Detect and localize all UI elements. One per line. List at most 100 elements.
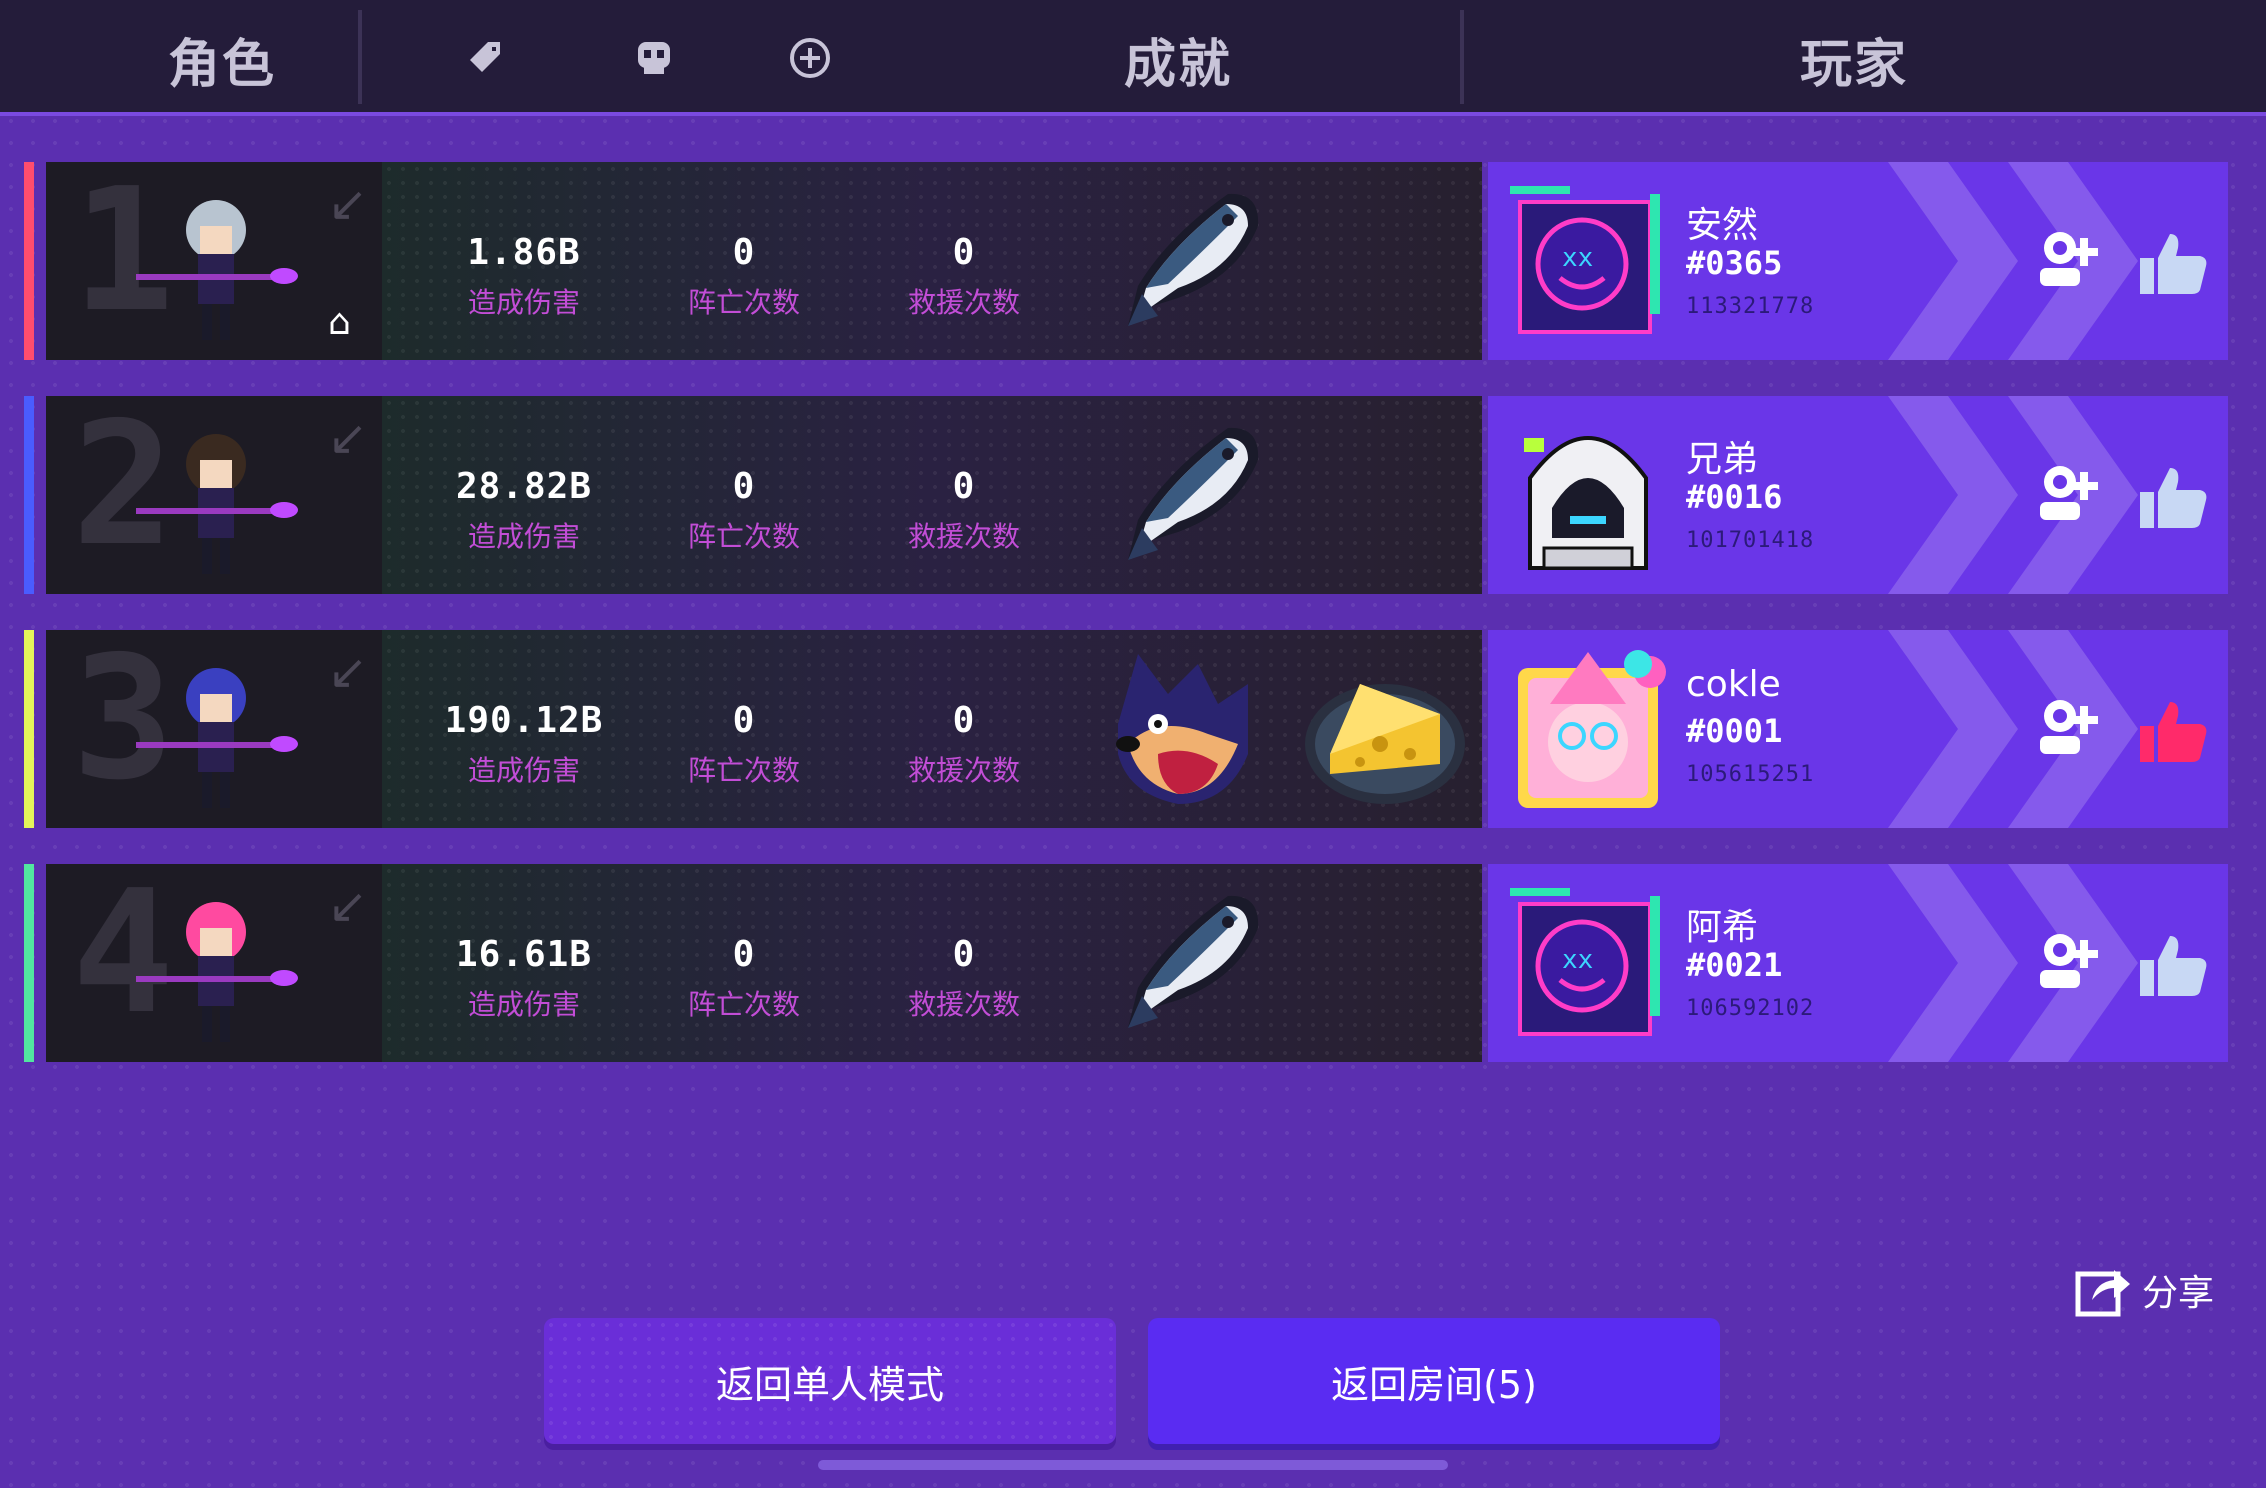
character-portrait[interactable]: 4 ↙ bbox=[46, 864, 382, 1062]
add-friend-icon[interactable] bbox=[2032, 692, 2102, 762]
character-portrait[interactable]: 2 ↙ bbox=[46, 396, 382, 594]
stats-panel: 190.12B 造成伤害 0 阵亡次数 0 救援次数 bbox=[382, 630, 1482, 828]
rescues-value: 0 bbox=[952, 934, 976, 975]
damage-label: 造成伤害 bbox=[467, 754, 580, 787]
damage-value: 1.86B bbox=[467, 232, 581, 273]
tab-character[interactable]: 角色 bbox=[168, 22, 276, 97]
rescues-label: 救援次数 bbox=[907, 754, 1020, 787]
player-result-row: 3 ↙ 190.12B 造成伤害 0 阵亡次数 0 救援次数 cokle #00… bbox=[24, 630, 2242, 830]
rescues-label: 救援次数 bbox=[907, 520, 1020, 553]
player-name: cokle bbox=[1686, 664, 1781, 705]
player-card[interactable]: cokle #0001 105615251 bbox=[1488, 630, 2228, 828]
deaths-value: 0 bbox=[732, 232, 756, 273]
character-sprite bbox=[136, 200, 298, 340]
add-friend-icon[interactable] bbox=[2032, 458, 2102, 528]
like-thumb-icon[interactable] bbox=[2138, 230, 2208, 296]
expand-arrow-icon[interactable]: ↙ bbox=[328, 176, 368, 232]
chevron-decoration bbox=[1888, 396, 2018, 594]
share-label: 分享 bbox=[2142, 1273, 2215, 1314]
damage-stat: 28.82B 造成伤害 bbox=[424, 466, 624, 555]
rank-color-bar bbox=[24, 864, 34, 1062]
damage-stat: 16.61B 造成伤害 bbox=[424, 934, 624, 1023]
damage-label: 造成伤害 bbox=[467, 988, 580, 1021]
home-indicator[interactable] bbox=[818, 1460, 1448, 1470]
expand-arrow-icon[interactable]: ↙ bbox=[328, 878, 368, 934]
character-portrait[interactable]: 3 ↙ bbox=[46, 630, 382, 828]
player-tag: #0001 bbox=[1686, 712, 1783, 750]
rescues-label: 救援次数 bbox=[907, 286, 1020, 319]
expand-arrow-icon[interactable]: ↙ bbox=[328, 410, 368, 466]
neon-abyss-avatar[interactable]: xx bbox=[1500, 174, 1676, 350]
player-card[interactable]: 兄弟 #0016 101701418 bbox=[1488, 396, 2228, 594]
damage-value: 16.61B bbox=[455, 934, 593, 975]
deaths-value: 0 bbox=[732, 466, 756, 507]
add-friend-icon[interactable] bbox=[2032, 224, 2102, 294]
fish-achievement-icon[interactable] bbox=[1098, 176, 1268, 346]
cheese-achievement-icon[interactable] bbox=[1300, 644, 1470, 814]
player-name: 阿希 bbox=[1686, 907, 1759, 948]
plus-circle-icon[interactable] bbox=[782, 30, 838, 86]
tab-player[interactable]: 玩家 bbox=[1800, 22, 1908, 97]
add-friend-icon[interactable] bbox=[2032, 926, 2102, 996]
tab-achievement[interactable]: 成就 bbox=[1124, 22, 1232, 97]
player-result-row: 2 ↙ 28.82B 造成伤害 0 阵亡次数 0 救援次数 兄弟 #0016 1… bbox=[24, 396, 2242, 596]
stats-panel: 1.86B 造成伤害 0 阵亡次数 0 救援次数 bbox=[382, 162, 1482, 360]
like-thumb-icon[interactable] bbox=[2138, 698, 2208, 764]
chevron-decoration bbox=[1888, 630, 2018, 828]
player-card[interactable]: xx 安然 #0365 113321778 bbox=[1488, 162, 2228, 360]
damage-stat: 190.12B 造成伤害 bbox=[424, 700, 624, 789]
stats-panel: 28.82B 造成伤害 0 阵亡次数 0 救援次数 bbox=[382, 396, 1482, 594]
character-sprite bbox=[136, 434, 298, 574]
player-id: 101701418 bbox=[1686, 528, 1815, 553]
deaths-stat: 0 阵亡次数 bbox=[644, 700, 844, 789]
character-portrait[interactable]: 1 ↙ ⌂ bbox=[46, 162, 382, 360]
player-name: 兄弟 bbox=[1686, 439, 1759, 480]
rescues-value: 0 bbox=[952, 466, 976, 507]
player-result-row: 4 ↙ 16.61B 造成伤害 0 阵亡次数 0 救援次数 xx 阿希 #002… bbox=[24, 864, 2242, 1064]
fish-achievement-icon[interactable] bbox=[1098, 410, 1268, 580]
player-id: 106592102 bbox=[1686, 996, 1815, 1021]
neon-abyss-avatar[interactable]: xx bbox=[1500, 876, 1676, 1052]
player-name: 安然 bbox=[1686, 205, 1759, 246]
hooded-avatar[interactable] bbox=[1500, 408, 1676, 584]
deaths-label: 阵亡次数 bbox=[687, 520, 800, 553]
player-id: 105615251 bbox=[1686, 762, 1815, 787]
stats-panel: 16.61B 造成伤害 0 阵亡次数 0 救援次数 bbox=[382, 864, 1482, 1062]
rank-color-bar bbox=[24, 630, 34, 828]
return-single-mode-button[interactable]: 返回单人模式 bbox=[544, 1318, 1116, 1444]
like-thumb-icon[interactable] bbox=[2138, 464, 2208, 530]
top-header: 角色 成就 玩家 bbox=[0, 0, 2266, 116]
rank-color-bar bbox=[24, 396, 34, 594]
svg-text:xx: xx bbox=[1562, 945, 1593, 975]
share-button[interactable]: 分享 bbox=[2074, 1258, 2214, 1322]
party-avatar[interactable] bbox=[1500, 642, 1676, 818]
character-sprite bbox=[136, 668, 298, 808]
like-thumb-icon[interactable] bbox=[2138, 932, 2208, 998]
character-sprite bbox=[136, 902, 298, 1042]
fish-achievement-icon[interactable] bbox=[1098, 878, 1268, 1048]
deaths-label: 阵亡次数 bbox=[687, 754, 800, 787]
tag-icon[interactable] bbox=[456, 30, 512, 86]
damage-stat: 1.86B 造成伤害 bbox=[424, 232, 624, 321]
rescues-label: 救援次数 bbox=[907, 988, 1020, 1021]
damage-label: 造成伤害 bbox=[467, 286, 580, 319]
player-card[interactable]: xx 阿希 #0021 106592102 bbox=[1488, 864, 2228, 1062]
rescues-stat: 0 救援次数 bbox=[864, 466, 1064, 555]
share-icon bbox=[2075, 1270, 2130, 1317]
chevron-decoration bbox=[1888, 864, 2018, 1062]
chevron-decoration bbox=[1888, 162, 2018, 360]
deaths-stat: 0 阵亡次数 bbox=[644, 934, 844, 1023]
rescues-stat: 0 救援次数 bbox=[864, 700, 1064, 789]
deaths-stat: 0 阵亡次数 bbox=[644, 232, 844, 321]
damage-label: 造成伤害 bbox=[467, 520, 580, 553]
expand-arrow-icon[interactable]: ↙ bbox=[328, 644, 368, 700]
deaths-stat: 0 阵亡次数 bbox=[644, 466, 844, 555]
damage-value: 190.12B bbox=[444, 700, 604, 741]
return-room-button[interactable]: 返回房间(5) bbox=[1148, 1318, 1720, 1444]
wolf-achievement-icon[interactable] bbox=[1098, 644, 1268, 814]
damage-value: 28.82B bbox=[455, 466, 593, 507]
deaths-value: 0 bbox=[732, 700, 756, 741]
header-divider bbox=[358, 10, 362, 104]
svg-text:xx: xx bbox=[1562, 243, 1593, 273]
skull-icon[interactable] bbox=[626, 30, 682, 86]
